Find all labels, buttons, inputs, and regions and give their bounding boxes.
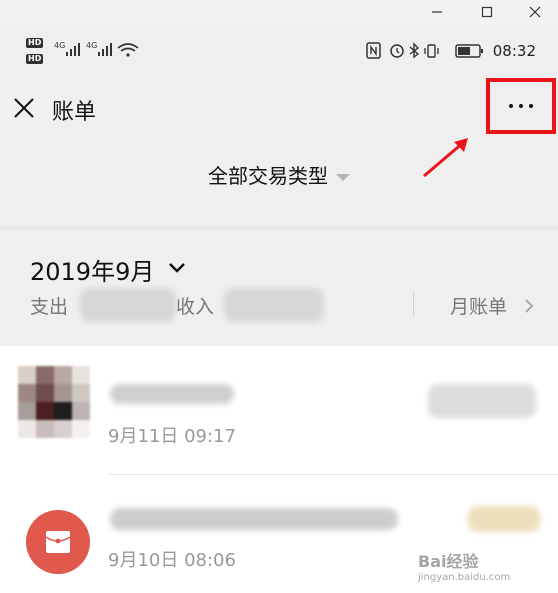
income-amount-blurred — [224, 288, 324, 322]
bluetooth-icon — [409, 42, 420, 59]
vertical-divider — [413, 292, 414, 316]
clock: 08:32 — [492, 42, 536, 60]
close-icon[interactable] — [12, 96, 36, 120]
row-divider — [108, 474, 558, 475]
list-item[interactable]: 9月10日 08:06 — [0, 346, 558, 574]
watermark-text: Bai经验 — [418, 552, 479, 571]
more-options-button[interactable] — [486, 78, 556, 134]
status-bar: HD HD 4G 4G 08:32 — [0, 24, 558, 74]
vibrate-icon — [424, 44, 439, 58]
monthly-bill-link[interactable]: 月账单 — [450, 292, 507, 319]
transaction-date: 9月10日 08:06 — [108, 550, 236, 571]
section-divider — [0, 226, 558, 230]
red-packet-icon — [26, 510, 90, 574]
window-titlebar — [0, 0, 558, 24]
alarm-icon — [390, 44, 404, 58]
system-icons — [366, 42, 483, 59]
chevron-right-icon[interactable] — [524, 298, 534, 314]
transaction-name-blurred — [110, 508, 398, 530]
page-title: 账单 — [52, 100, 97, 125]
network-type-label: 4G — [86, 41, 97, 50]
watermark-url: jingyan.baidu.com — [418, 572, 511, 583]
signal-icons: 4G 4G — [54, 41, 139, 57]
month-selector[interactable]: 2019年9月 — [30, 252, 154, 287]
expense-label: 支出 — [30, 296, 69, 318]
network-type-label: 4G — [54, 41, 65, 50]
nfc-icon — [366, 42, 381, 59]
chevron-down-icon[interactable] — [168, 262, 186, 274]
battery-icon — [455, 44, 483, 58]
caret-down-icon — [336, 174, 350, 181]
close-icon[interactable] — [524, 2, 546, 22]
transaction-amount-blurred — [468, 506, 540, 532]
expense-amount-blurred — [80, 288, 176, 322]
more-dots-icon — [529, 104, 533, 108]
hd-badge: HD — [26, 54, 44, 64]
maximize-icon[interactable] — [476, 2, 498, 22]
filter-label: 全部交易类型 — [208, 164, 328, 188]
more-dots-icon — [509, 104, 513, 108]
income-label: 收入 — [176, 296, 215, 318]
hd-badge: HD — [26, 38, 44, 48]
transaction-type-filter[interactable]: 全部交易类型 — [0, 160, 558, 189]
watermark: Bai经验 jingyan.baidu.com — [418, 548, 510, 583]
more-dots-icon — [519, 104, 523, 108]
minimize-icon[interactable] — [426, 2, 448, 22]
